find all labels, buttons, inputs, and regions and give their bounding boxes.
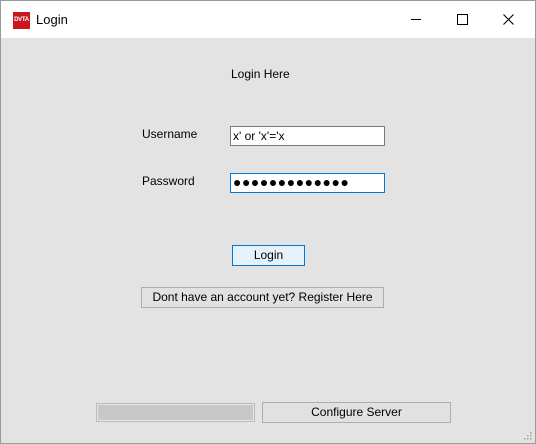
configure-server-button[interactable]: Configure Server — [262, 402, 451, 423]
username-label: Username — [142, 127, 198, 141]
login-window: DVTA Login Login Here Username x' or 'x'… — [0, 0, 536, 444]
login-button[interactable]: Login — [232, 245, 305, 266]
resize-grip-icon[interactable] — [522, 430, 532, 440]
progress-bar — [96, 403, 255, 422]
minimize-icon — [411, 19, 421, 20]
app-logo-icon: DVTA — [13, 12, 30, 29]
password-label: Password — [142, 174, 195, 188]
username-input[interactable]: x' or 'x'='x — [230, 126, 385, 146]
maximize-icon — [456, 14, 468, 25]
maximize-button[interactable] — [439, 1, 485, 38]
title-bar[interactable]: DVTA Login — [1, 1, 535, 38]
window-title: Login — [36, 12, 68, 27]
password-input[interactable]: ●●●●●●●●●●●●● — [230, 173, 385, 193]
close-button[interactable] — [485, 1, 531, 38]
progress-fill — [98, 405, 253, 420]
register-button[interactable]: Dont have an account yet? Register Here — [141, 287, 384, 308]
minimize-button[interactable] — [393, 1, 439, 38]
close-icon — [502, 14, 514, 25]
form-heading: Login Here — [231, 67, 290, 81]
